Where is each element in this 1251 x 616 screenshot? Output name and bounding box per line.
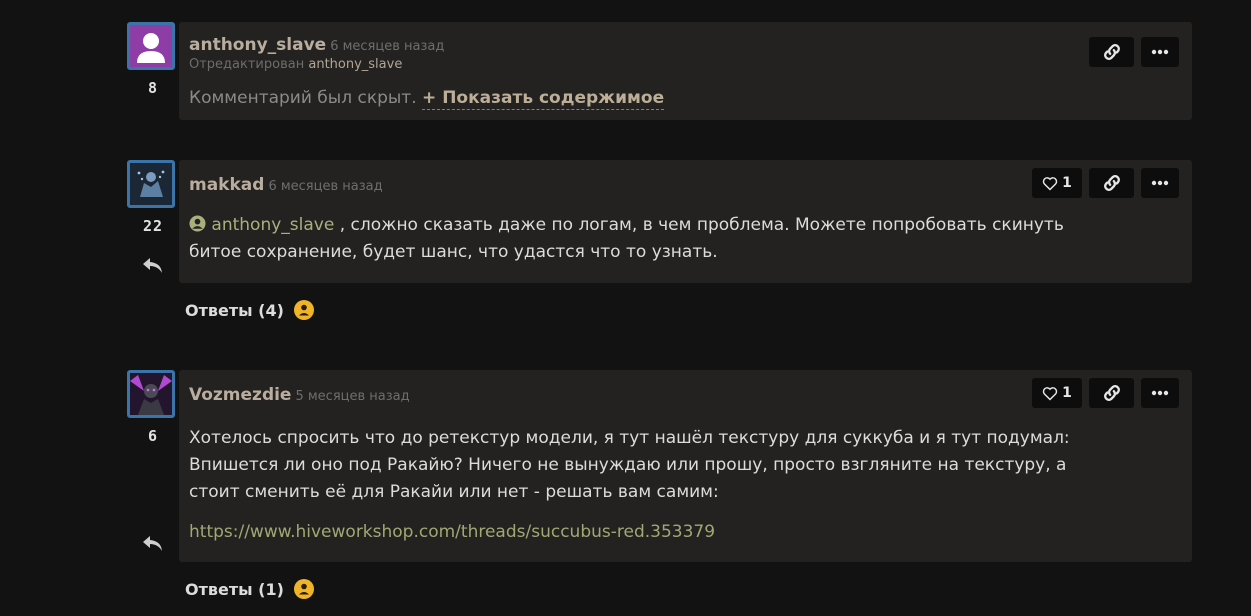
avatar-image xyxy=(130,163,172,205)
avatar[interactable] xyxy=(127,22,175,70)
comment-header: Vozmezdie 5 месяцев назад xyxy=(189,385,410,405)
body-line-1: Хотелось спросить что до ретекстур модел… xyxy=(189,428,1070,448)
comment-card: makkad 6 месяцев назад anthony_slave , сл… xyxy=(179,160,1192,283)
timestamp[interactable]: 6 месяцев назад xyxy=(268,179,382,194)
more-button[interactable] xyxy=(1141,37,1179,67)
reply-icon[interactable] xyxy=(141,533,165,553)
user-icon xyxy=(137,33,165,63)
comment-card: Vozmezdie 5 месяцев назад Хотелось спроси… xyxy=(179,370,1192,562)
answers-label: Ответы (1) xyxy=(185,579,284,599)
avatar[interactable] xyxy=(127,160,175,208)
link-icon xyxy=(1103,175,1120,191)
like-count: 1 xyxy=(1062,385,1072,401)
author-name[interactable]: makkad xyxy=(189,175,264,195)
edited-label: Отредактирован xyxy=(189,57,305,72)
body-line-3: стоит сменить её для Ракайи или нет - ре… xyxy=(189,482,719,502)
comment-body: Комментарий был скрыт. + Показать содерж… xyxy=(189,85,1152,112)
more-icon xyxy=(1151,180,1169,186)
link-icon xyxy=(1103,385,1120,401)
comment-body: anthony_slave , сложно сказать даже по л… xyxy=(189,212,1152,266)
permalink-button[interactable] xyxy=(1089,378,1134,408)
like-count: 1 xyxy=(1062,175,1072,191)
more-button[interactable] xyxy=(1141,378,1179,408)
emoji-icon xyxy=(293,579,314,599)
hidden-message: Комментарий был скрыт. xyxy=(189,88,417,108)
answers-label: Ответы (4) xyxy=(185,300,284,320)
body-line-2: Впишется ли оно под Ракайю? Ничего не вы… xyxy=(189,455,1067,475)
mention-link[interactable]: anthony_slave xyxy=(211,215,334,235)
reply-icon[interactable] xyxy=(141,255,165,275)
more-icon xyxy=(1151,49,1169,55)
edited-info: Отредактирован anthony_slave xyxy=(189,57,402,72)
comment-header: makkad 6 месяцев назад xyxy=(189,175,383,195)
user-rank: 22 xyxy=(142,217,164,235)
timestamp[interactable]: 6 месяцев назад xyxy=(330,39,444,54)
edited-by[interactable]: anthony_slave xyxy=(308,57,402,72)
body-line-1: , сложно сказать даже по логам, в чем пр… xyxy=(339,215,1064,235)
permalink-button[interactable] xyxy=(1089,37,1134,67)
show-content-link[interactable]: + Показать содержимое xyxy=(422,88,665,110)
avatar-image xyxy=(130,373,172,415)
more-button[interactable] xyxy=(1141,168,1179,198)
user-icon xyxy=(189,215,206,232)
user-rank: 8 xyxy=(147,79,159,97)
heart-icon xyxy=(1042,386,1058,401)
external-link[interactable]: https://www.hiveworkshop.com/threads/suc… xyxy=(189,522,715,542)
like-button[interactable]: 1 xyxy=(1032,168,1082,198)
emoji-icon xyxy=(293,300,314,320)
author-name[interactable]: anthony_slave xyxy=(189,35,326,55)
permalink-button[interactable] xyxy=(1089,168,1134,198)
comment: 22 makkad 6 месяцев назад anthony_slave ,… xyxy=(127,160,1192,330)
body-line-2: битое сохранение, будет шанс, что удастс… xyxy=(189,242,718,262)
more-icon xyxy=(1151,390,1169,396)
author-name[interactable]: Vozmezdie xyxy=(189,385,291,405)
comment-body: Хотелось спросить что до ретекстур модел… xyxy=(189,425,1152,546)
avatar[interactable] xyxy=(127,370,175,418)
timestamp[interactable]: 5 месяцев назад xyxy=(295,389,409,404)
user-rank: 6 xyxy=(147,427,159,445)
answers-toggle[interactable]: Ответы (1) xyxy=(185,579,314,599)
comment: 6 Vozmezdie 5 месяцев назад Хотелось спро… xyxy=(127,370,1192,616)
comment: 8 anthony_slave 6 месяцев назад Отредакти… xyxy=(127,22,1192,122)
link-icon xyxy=(1103,44,1120,60)
answers-toggle[interactable]: Ответы (4) xyxy=(185,300,314,320)
comment-card: anthony_slave 6 месяцев назад Отредактиро… xyxy=(179,22,1192,120)
like-button[interactable]: 1 xyxy=(1032,378,1082,408)
comment-header: anthony_slave 6 месяцев назад xyxy=(189,35,444,55)
heart-icon xyxy=(1042,176,1058,191)
